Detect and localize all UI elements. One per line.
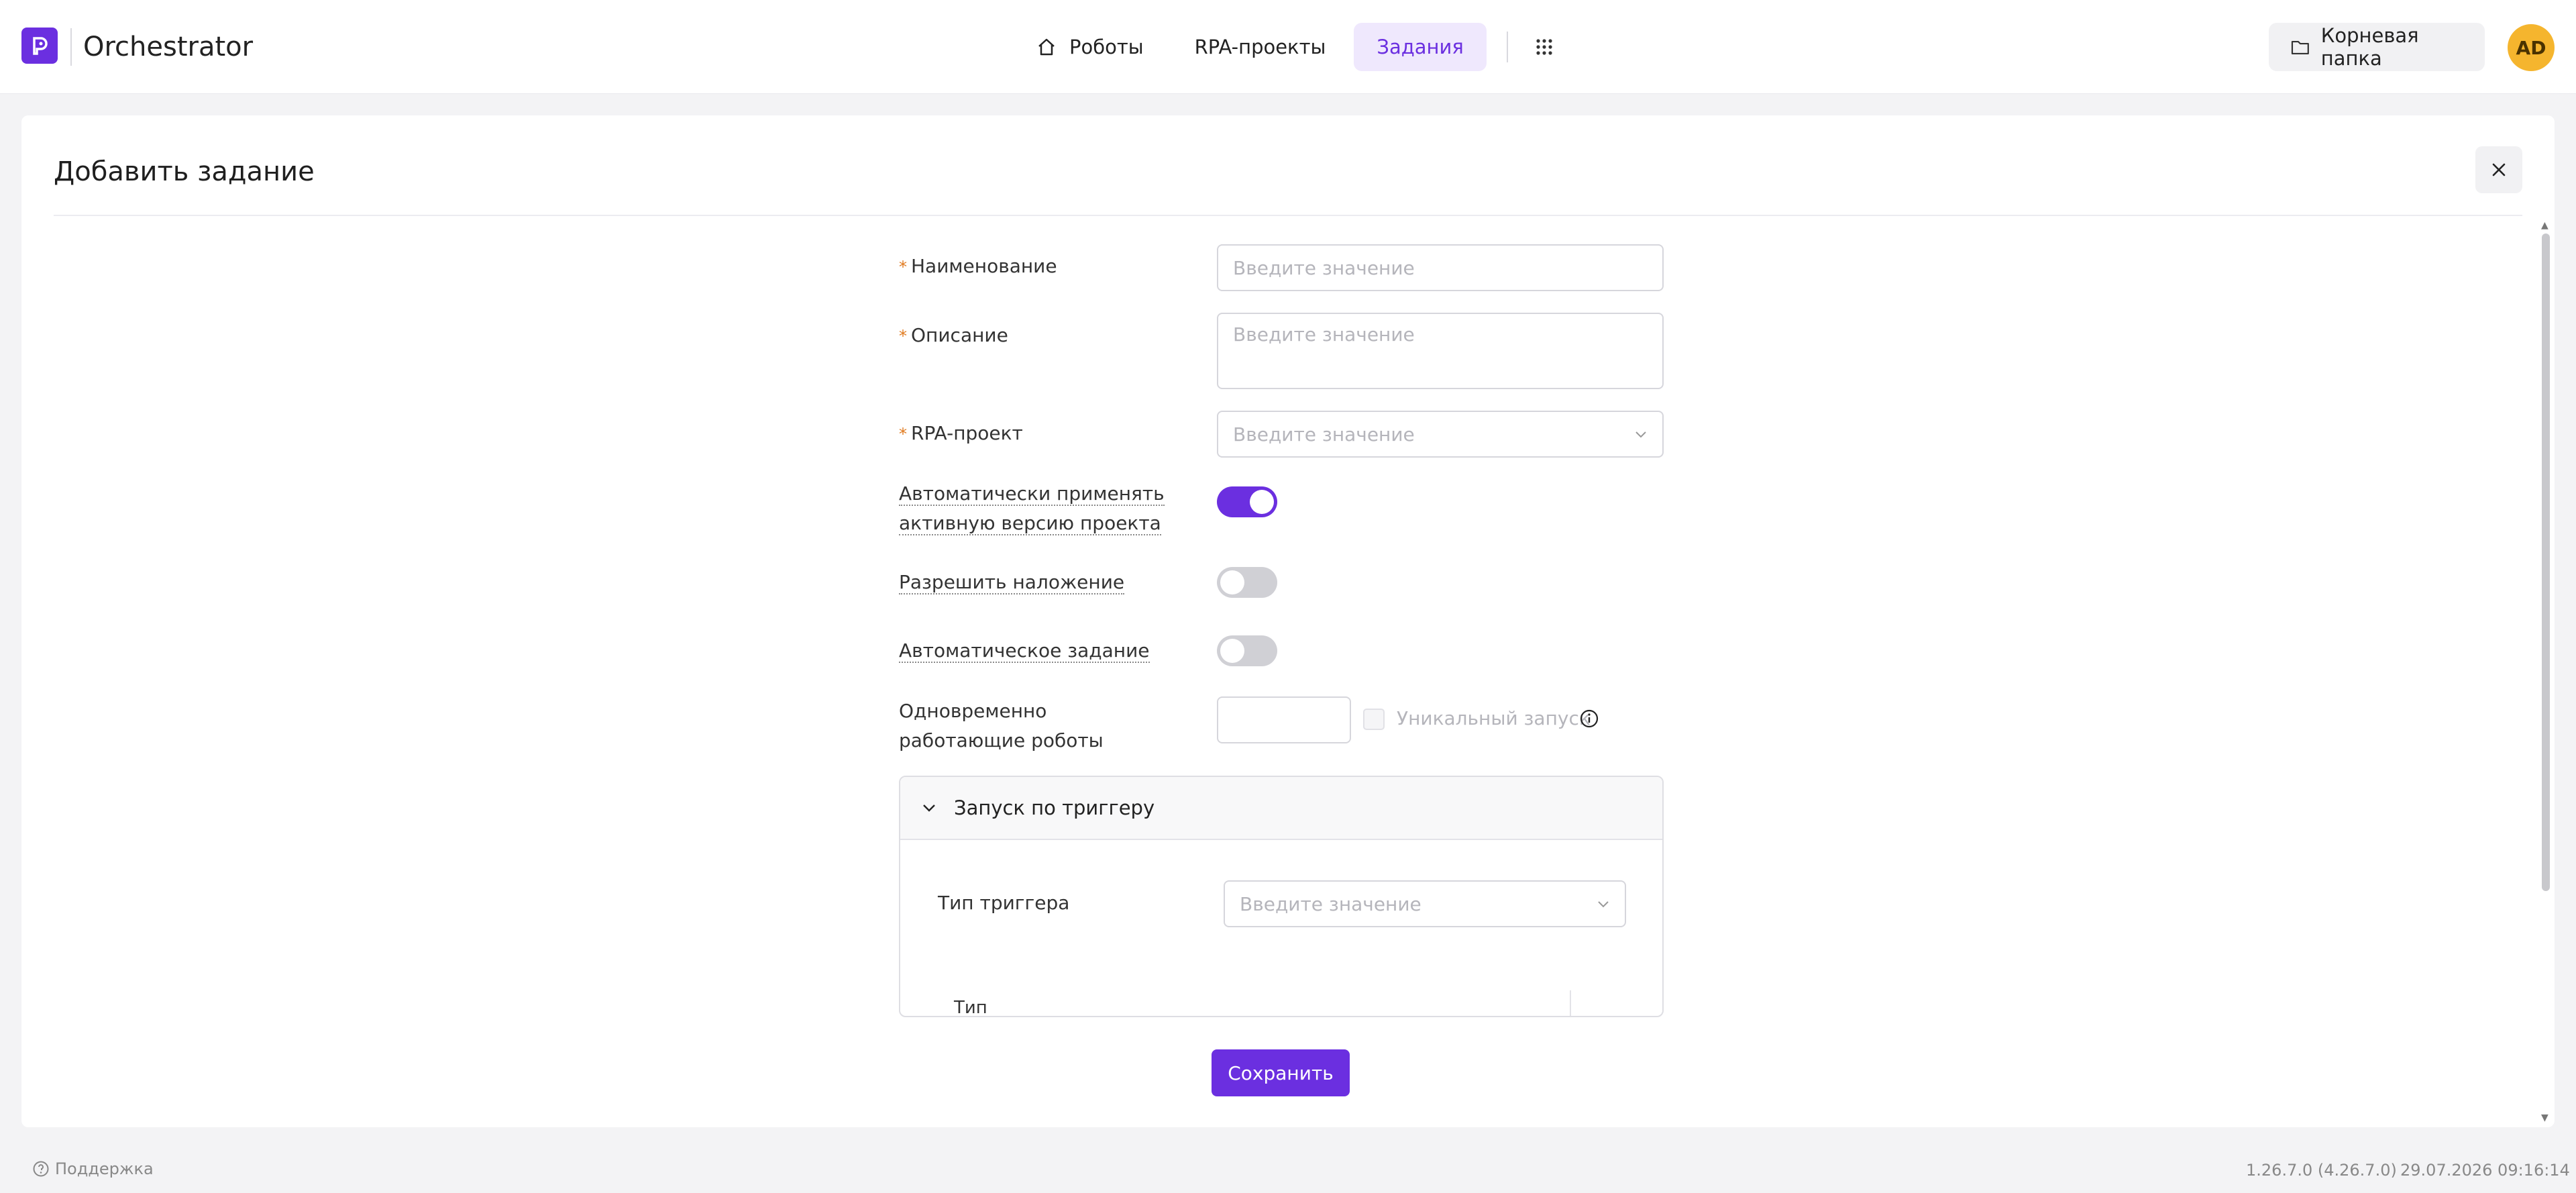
support-link[interactable]: Поддержка — [32, 1159, 154, 1178]
root-folder-button[interactable]: Корневая папка — [2269, 23, 2485, 71]
app-logo-icon[interactable] — [21, 28, 58, 64]
apps-grid-icon[interactable] — [1528, 31, 1560, 63]
rpa-project-label: * RPA-проект — [899, 422, 1023, 444]
rpa-project-placeholder: Введите значение — [1233, 423, 1415, 446]
top-navigation-bar: Orchestrator Роботы RPA-проекты Задания … — [0, 0, 2576, 94]
allow-overlap-label: Разрешить наложение — [899, 571, 1125, 594]
nav-item-label: RPA-проекты — [1194, 36, 1326, 58]
close-button[interactable] — [2475, 146, 2522, 193]
description-label: * Описание — [899, 324, 1008, 346]
save-button[interactable]: Сохранить — [1212, 1049, 1350, 1096]
trigger-type-placeholder: Введите значение — [1240, 892, 1421, 915]
column-divider — [1570, 990, 1571, 1016]
auto-apply-version-toggle[interactable] — [1217, 486, 1277, 517]
app-title: Orchestrator — [83, 32, 254, 62]
toggle-knob — [1220, 639, 1244, 663]
chevron-down-icon — [1598, 901, 1609, 908]
name-input-placeholder: Введите значение — [1233, 256, 1415, 279]
name-label: * Наименование — [899, 255, 1057, 277]
trigger-section: Запуск по триггеру Тип триггера Введите … — [899, 776, 1664, 1017]
type-column-header: Тип — [954, 998, 987, 1017]
concurrent-robots-input[interactable] — [1217, 696, 1351, 743]
vertical-scrollbar[interactable] — [2542, 234, 2550, 891]
unique-run-label: Уникальный запуск — [1397, 707, 1591, 729]
title-divider — [54, 215, 2522, 216]
user-avatar[interactable]: AD — [2508, 24, 2555, 71]
allow-overlap-toggle[interactable] — [1217, 567, 1277, 598]
toggle-knob — [1250, 490, 1274, 514]
nav-item-label: Задания — [1377, 36, 1464, 58]
nav-item-label: Роботы — [1069, 36, 1144, 58]
logo-divider — [70, 28, 72, 66]
toggle-knob — [1220, 570, 1244, 594]
home-icon — [1038, 38, 1055, 56]
description-textarea[interactable]: Введите значение — [1217, 313, 1664, 389]
timestamp-text: 29.07.2026 09:16:14 — [2400, 1161, 2570, 1180]
name-input[interactable]: Введите значение — [1217, 244, 1664, 291]
trigger-section-title: Запуск по триггеру — [954, 796, 1155, 819]
concurrent-robots-label: Одновременно работающие роботы — [899, 700, 1104, 751]
scroll-up-arrow-icon[interactable]: ▲ — [2541, 220, 2548, 231]
info-icon[interactable] — [1579, 709, 1599, 729]
nav-item-robots[interactable]: Роботы — [1013, 23, 1167, 71]
root-folder-label: Корневая папка — [2320, 24, 2419, 70]
rpa-project-select[interactable]: Введите значение — [1217, 411, 1664, 458]
support-label: Поддержка — [55, 1159, 154, 1178]
auto-task-label: Автоматическое задание — [899, 639, 1150, 663]
unique-run-checkbox[interactable] — [1363, 709, 1385, 730]
required-mark: * — [899, 425, 907, 444]
required-mark: * — [899, 327, 907, 346]
main-nav: Роботы RPA-проекты Задания — [1013, 23, 1560, 71]
trigger-type-select[interactable]: Введите значение — [1224, 880, 1626, 927]
nav-item-rpa-projects[interactable]: RPA-проекты — [1172, 23, 1349, 71]
required-mark: * — [899, 258, 907, 276]
auto-apply-version-label: Автоматически применять активную версию … — [899, 482, 1165, 535]
chevron-down-icon — [923, 805, 935, 812]
trigger-section-header[interactable]: Запуск по триггеру — [900, 777, 1662, 840]
nav-divider — [1506, 32, 1508, 62]
description-placeholder: Введите значение — [1233, 323, 1415, 346]
help-circle-icon — [33, 1161, 49, 1177]
nav-item-tasks[interactable]: Задания — [1354, 23, 1487, 71]
close-icon — [2492, 163, 2506, 176]
version-text: 1.26.7.0 (4.26.7.0) — [2246, 1161, 2397, 1180]
scroll-down-arrow-icon[interactable]: ▼ — [2541, 1112, 2548, 1123]
auto-task-toggle[interactable] — [1217, 635, 1277, 666]
chevron-down-icon — [1635, 431, 1646, 438]
trigger-type-label: Тип триггера — [938, 892, 1070, 914]
folder-icon — [2291, 40, 2309, 55]
page-title: Добавить задание — [54, 156, 315, 187]
